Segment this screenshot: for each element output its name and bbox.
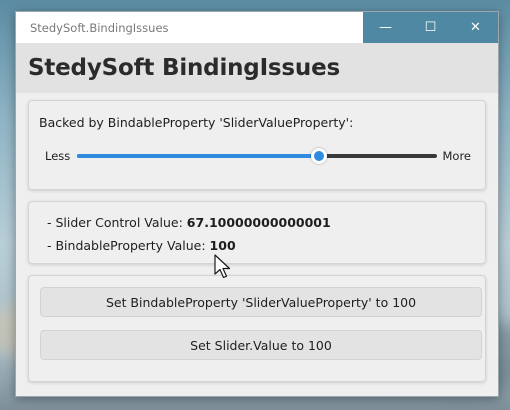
slider-fill [77,154,319,158]
minimize-icon: — [379,20,392,35]
close-button[interactable]: ✕ [453,12,498,43]
slider-caption: Backed by BindableProperty 'SliderValueP… [39,115,354,130]
window-title: StedySoft.BindingIssues [16,12,363,43]
values-panel: - Slider Control Value: 67.1000000000000… [28,201,486,264]
maximize-icon: ☐ [424,20,437,35]
bindable-value-label: - BindableProperty Value: [47,238,206,253]
title-bar[interactable]: StedySoft.BindingIssues — ☐ ✕ [16,12,498,43]
set-slider-value-button[interactable]: Set Slider.Value to 100 [40,330,482,360]
caption-buttons: — ☐ ✕ [363,12,498,43]
slider-value-line: - Slider Control Value: 67.1000000000000… [47,215,331,230]
arrow-cursor-icon [214,254,231,279]
slider-value-label: - Slider Control Value: [47,215,183,230]
minimize-button[interactable]: — [363,12,408,43]
bindable-value-line: - BindableProperty Value: 100 [47,238,236,253]
slider-value: 67.10000000000001 [186,215,331,230]
app-window: StedySoft.BindingIssues — ☐ ✕ StedySoft … [15,11,499,397]
slider-row: Less More [29,145,485,167]
close-icon: ✕ [470,20,481,35]
set-bindable-property-button[interactable]: Set BindableProperty 'SliderValuePropert… [40,287,482,317]
bindable-value: 100 [209,238,236,253]
slider-thumb-center [313,151,324,161]
slider-max-label: More [442,149,471,163]
slider-thumb[interactable] [310,148,327,164]
buttons-panel: Set BindableProperty 'SliderValuePropert… [28,275,486,382]
value-slider[interactable] [77,148,437,164]
page-title: StedySoft BindingIssues [16,43,498,93]
slider-panel: Backed by BindableProperty 'SliderValueP… [28,100,486,190]
slider-min-label: Less [45,149,71,163]
maximize-button[interactable]: ☐ [408,12,453,43]
